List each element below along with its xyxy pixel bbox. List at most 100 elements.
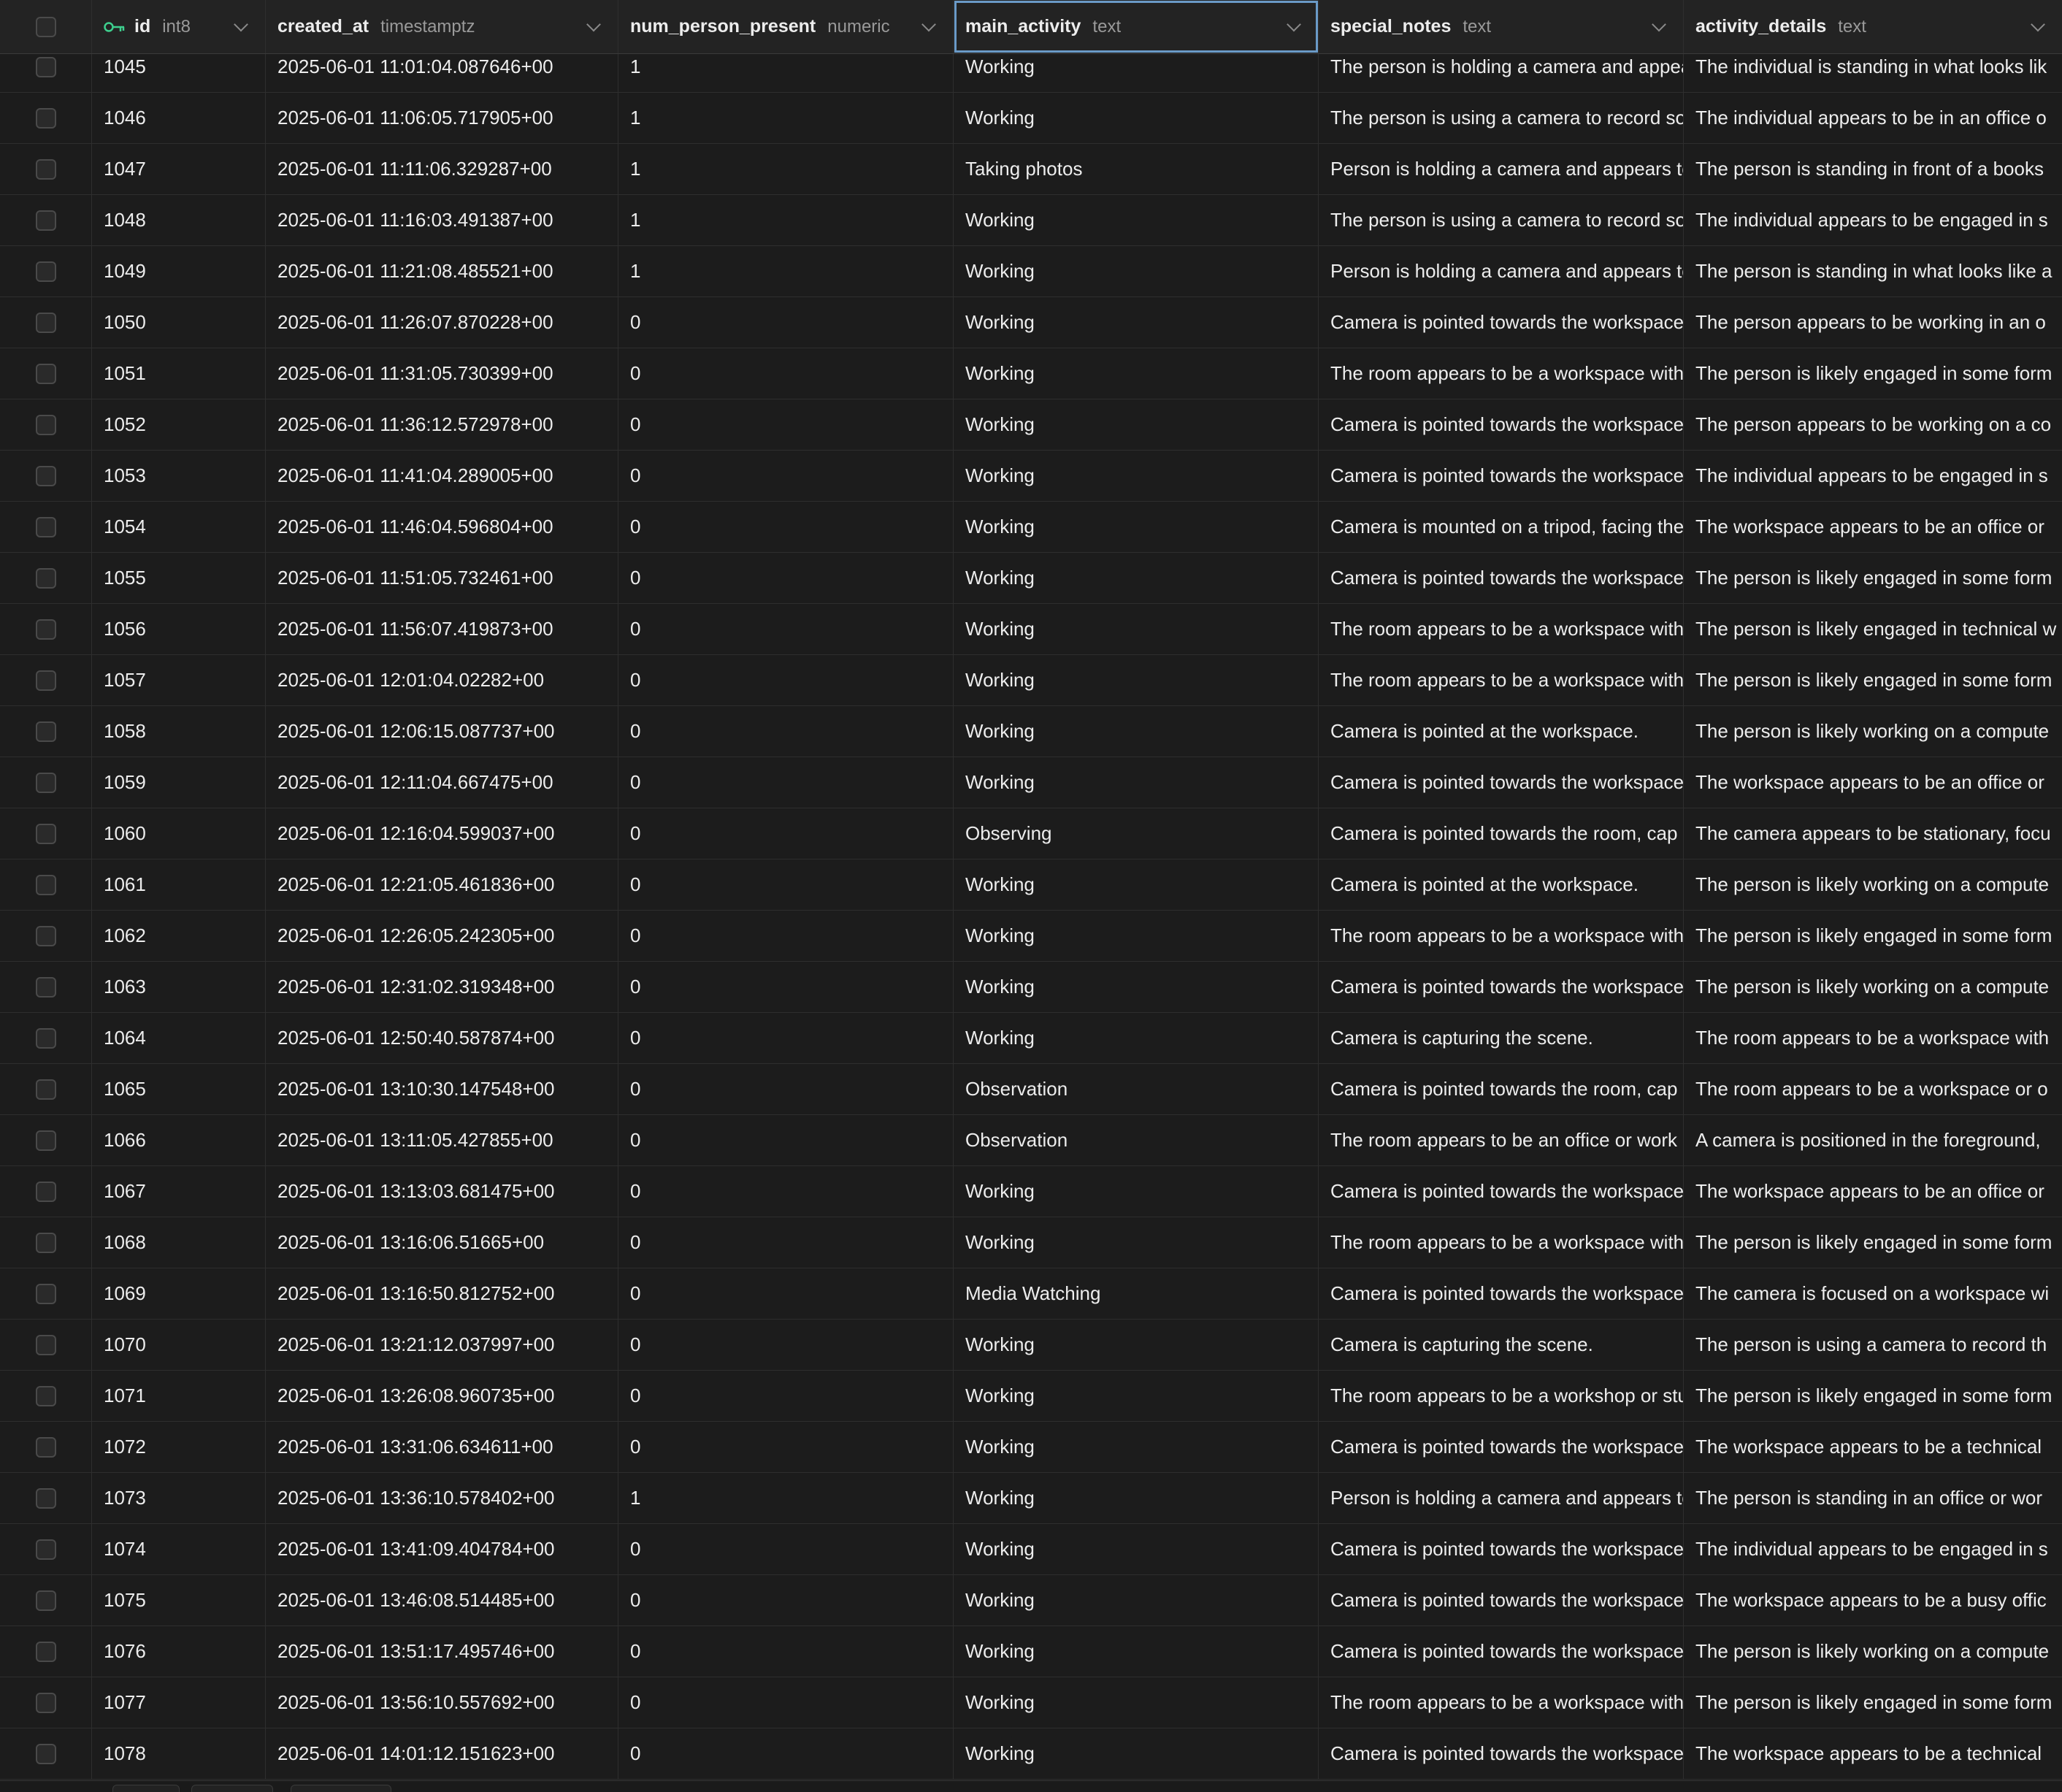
table-row[interactable]: 1073 2025-06-01 13:36:10.578402+00 1 Workin… bbox=[0, 1473, 2062, 1524]
cell-created-at[interactable]: 2025-06-01 12:21:05.461836+00 bbox=[266, 859, 618, 910]
row-select[interactable] bbox=[0, 1677, 92, 1728]
table-row[interactable]: 1077 2025-06-01 13:56:10.557692+00 0 Workin… bbox=[0, 1677, 2062, 1728]
cell-created-at[interactable]: 2025-06-01 12:26:05.242305+00 bbox=[266, 911, 618, 961]
cell-id[interactable]: 1049 bbox=[92, 246, 266, 296]
row-checkbox[interactable] bbox=[35, 1641, 56, 1662]
cell-special-notes[interactable]: Camera is pointed towards the workspace bbox=[1319, 1422, 1684, 1472]
cell-activity-details[interactable]: The individual appears to be in an offic… bbox=[1684, 93, 2062, 143]
cell-id[interactable]: 1069 bbox=[92, 1268, 266, 1319]
footer-control[interactable] bbox=[191, 1785, 273, 1792]
table-row[interactable]: 1074 2025-06-01 13:41:09.404784+00 0 Workin… bbox=[0, 1524, 2062, 1575]
cell-main-activity[interactable]: Working bbox=[954, 297, 1319, 348]
table-row[interactable]: 1055 2025-06-01 11:51:05.732461+00 0 Workin… bbox=[0, 553, 2062, 604]
cell-special-notes[interactable]: The room appears to be a workspace with bbox=[1319, 1217, 1684, 1268]
cell-main-activity[interactable]: Working bbox=[954, 757, 1319, 808]
cell-created-at[interactable]: 2025-06-01 13:31:06.634611+00 bbox=[266, 1422, 618, 1472]
footer-control[interactable] bbox=[291, 1785, 391, 1792]
cell-main-activity[interactable]: Observing bbox=[954, 808, 1319, 859]
cell-num-person-present[interactable]: 0 bbox=[618, 1064, 954, 1114]
row-select[interactable] bbox=[0, 757, 92, 808]
table-row[interactable]: 1056 2025-06-01 11:56:07.419873+00 0 Workin… bbox=[0, 604, 2062, 655]
table-row[interactable]: 1060 2025-06-01 12:16:04.599037+00 0 Observ… bbox=[0, 808, 2062, 859]
cell-num-person-present[interactable]: 1 bbox=[618, 144, 954, 194]
row-select[interactable] bbox=[0, 1013, 92, 1063]
table-row[interactable]: 1062 2025-06-01 12:26:05.242305+00 0 Workin… bbox=[0, 911, 2062, 962]
cell-special-notes[interactable]: Camera is pointed towards the workspace bbox=[1319, 1268, 1684, 1319]
cell-special-notes[interactable]: Camera is capturing the scene. bbox=[1319, 1013, 1684, 1063]
row-checkbox[interactable] bbox=[35, 312, 56, 333]
cell-activity-details[interactable]: The person is likely engaged in some for… bbox=[1684, 1677, 2062, 1728]
header-select-all[interactable] bbox=[0, 0, 92, 53]
cell-num-person-present[interactable]: 1 bbox=[618, 195, 954, 245]
cell-special-notes[interactable]: Camera is pointed towards the workspace bbox=[1319, 1166, 1684, 1217]
cell-num-person-present[interactable]: 0 bbox=[618, 655, 954, 705]
cell-activity-details[interactable]: The person is likely engaged in some for… bbox=[1684, 911, 2062, 961]
cell-num-person-present[interactable]: 0 bbox=[618, 553, 954, 603]
row-checkbox[interactable] bbox=[35, 1590, 56, 1611]
row-select[interactable] bbox=[0, 655, 92, 705]
row-checkbox[interactable] bbox=[35, 414, 56, 435]
cell-num-person-present[interactable]: 0 bbox=[618, 1677, 954, 1728]
table-row[interactable]: 1068 2025-06-01 13:16:06.51665+00 0 Working… bbox=[0, 1217, 2062, 1268]
cell-num-person-present[interactable]: 0 bbox=[618, 1268, 954, 1319]
row-select[interactable] bbox=[0, 1626, 92, 1677]
cell-special-notes[interactable]: Camera is pointed towards the room, cap bbox=[1319, 808, 1684, 859]
table-row[interactable]: 1069 2025-06-01 13:16:50.812752+00 0 Media … bbox=[0, 1268, 2062, 1320]
row-checkbox[interactable] bbox=[35, 465, 56, 486]
table-row[interactable]: 1061 2025-06-01 12:21:05.461836+00 0 Workin… bbox=[0, 859, 2062, 911]
cell-id[interactable]: 1058 bbox=[92, 706, 266, 757]
cell-activity-details[interactable]: The room appears to be a workspace with bbox=[1684, 1013, 2062, 1063]
row-checkbox[interactable] bbox=[35, 107, 56, 129]
row-checkbox[interactable] bbox=[35, 1079, 56, 1100]
row-select[interactable] bbox=[0, 1268, 92, 1319]
row-checkbox[interactable] bbox=[35, 210, 56, 231]
row-checkbox[interactable] bbox=[35, 1539, 56, 1560]
cell-activity-details[interactable]: The person is standing in what looks lik… bbox=[1684, 246, 2062, 296]
cell-created-at[interactable]: 2025-06-01 11:36:12.572978+00 bbox=[266, 399, 618, 450]
chevron-down-icon[interactable] bbox=[1287, 17, 1301, 31]
cell-activity-details[interactable]: The person is likely engaged in some for… bbox=[1684, 1371, 2062, 1421]
table-row[interactable]: 1054 2025-06-01 11:46:04.596804+00 0 Workin… bbox=[0, 502, 2062, 553]
footer-control[interactable] bbox=[112, 1785, 180, 1792]
cell-activity-details[interactable]: The person is likely working on a comput… bbox=[1684, 859, 2062, 910]
cell-created-at[interactable]: 2025-06-01 12:11:04.667475+00 bbox=[266, 757, 618, 808]
cell-id[interactable]: 1075 bbox=[92, 1575, 266, 1626]
cell-id[interactable]: 1067 bbox=[92, 1166, 266, 1217]
row-select[interactable] bbox=[0, 1524, 92, 1574]
cell-num-person-present[interactable]: 0 bbox=[618, 1217, 954, 1268]
cell-id[interactable]: 1065 bbox=[92, 1064, 266, 1114]
cell-id[interactable]: 1063 bbox=[92, 962, 266, 1012]
table-row[interactable]: 1059 2025-06-01 12:11:04.667475+00 0 Workin… bbox=[0, 757, 2062, 808]
cell-created-at[interactable]: 2025-06-01 12:31:02.319348+00 bbox=[266, 962, 618, 1012]
cell-id[interactable]: 1051 bbox=[92, 348, 266, 399]
row-checkbox[interactable] bbox=[35, 1487, 56, 1509]
table-row[interactable]: 1075 2025-06-01 13:46:08.514485+00 0 Workin… bbox=[0, 1575, 2062, 1626]
table-row[interactable]: 1067 2025-06-01 13:13:03.681475+00 0 Workin… bbox=[0, 1166, 2062, 1217]
cell-special-notes[interactable]: Camera is pointed at the workspace. bbox=[1319, 706, 1684, 757]
row-select[interactable] bbox=[0, 1371, 92, 1421]
cell-created-at[interactable]: 2025-06-01 12:16:04.599037+00 bbox=[266, 808, 618, 859]
cell-activity-details[interactable]: The workspace appears to be a busy offic bbox=[1684, 1575, 2062, 1626]
cell-special-notes[interactable]: Camera is capturing the scene. bbox=[1319, 1320, 1684, 1370]
row-checkbox[interactable] bbox=[35, 619, 56, 640]
cell-created-at[interactable]: 2025-06-01 11:56:07.419873+00 bbox=[266, 604, 618, 654]
row-select[interactable] bbox=[0, 859, 92, 910]
cell-special-notes[interactable]: Person is holding a camera and appears t… bbox=[1319, 1473, 1684, 1523]
cell-activity-details[interactable]: The person is likely working on a comput… bbox=[1684, 706, 2062, 757]
cell-activity-details[interactable]: The person is likely working on a comput… bbox=[1684, 962, 2062, 1012]
cell-activity-details[interactable]: The person is using a camera to record t… bbox=[1684, 1320, 2062, 1370]
cell-created-at[interactable]: 2025-06-01 12:01:04.02282+00 bbox=[266, 655, 618, 705]
cell-activity-details[interactable]: The person appears to be working in an o bbox=[1684, 297, 2062, 348]
table-row[interactable]: 1050 2025-06-01 11:26:07.870228+00 0 Workin… bbox=[0, 297, 2062, 348]
cell-activity-details[interactable]: The workspace appears to be an office or bbox=[1684, 502, 2062, 552]
cell-created-at[interactable]: 2025-06-01 13:56:10.557692+00 bbox=[266, 1677, 618, 1728]
cell-special-notes[interactable]: The person is using a camera to record s… bbox=[1319, 93, 1684, 143]
row-checkbox[interactable] bbox=[35, 567, 56, 589]
cell-id[interactable]: 1076 bbox=[92, 1626, 266, 1677]
table-row[interactable]: 1051 2025-06-01 11:31:05.730399+00 0 Workin… bbox=[0, 348, 2062, 399]
cell-special-notes[interactable]: Person is holding a camera and appears t… bbox=[1319, 144, 1684, 194]
cell-main-activity[interactable]: Working bbox=[954, 502, 1319, 552]
cell-special-notes[interactable]: The room appears to be a workspace with bbox=[1319, 348, 1684, 399]
cell-activity-details[interactable]: The person is standing in an office or w… bbox=[1684, 1473, 2062, 1523]
column-header-id[interactable]: id int8 bbox=[92, 0, 266, 53]
